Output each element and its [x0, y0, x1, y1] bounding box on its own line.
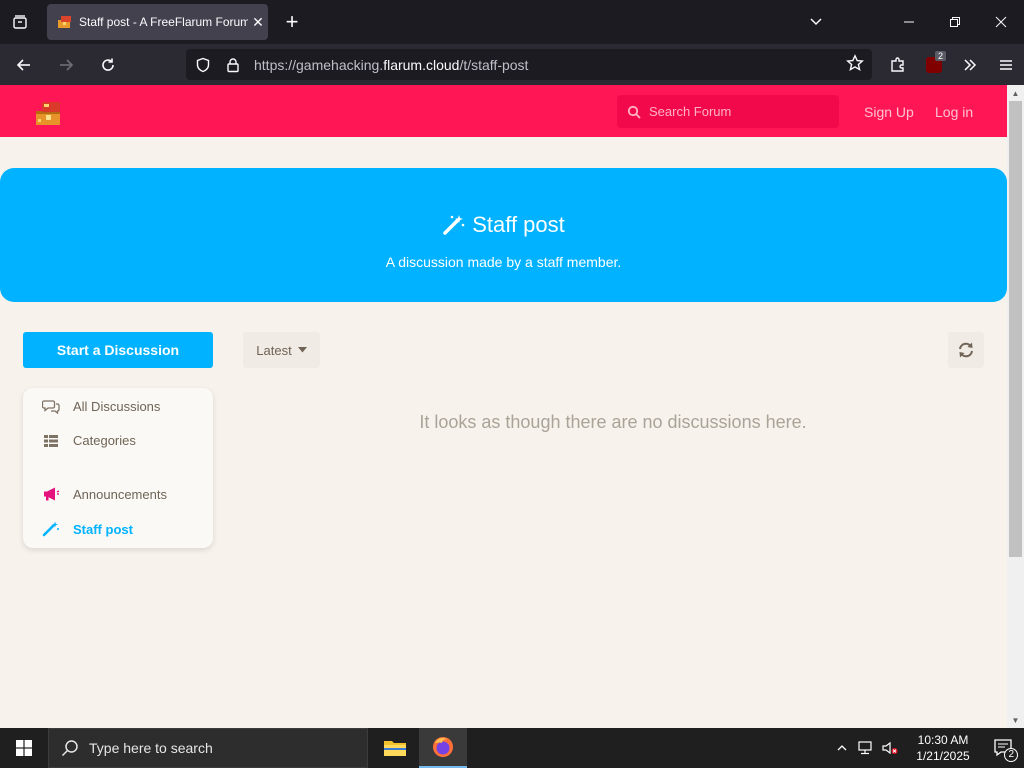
url-domain: flarum.cloud [383, 56, 460, 73]
tab-title: Staff post - A FreeFlarum Forum [79, 15, 248, 29]
extension-badge: 2 [934, 50, 946, 61]
taskbar: Type here to search 10:30 AM 1/21/2025 2 [0, 728, 1024, 768]
scrollbar-thumb[interactable] [1009, 101, 1022, 557]
minimize-icon [904, 21, 914, 23]
back-button[interactable] [6, 49, 42, 81]
taskbar-search[interactable]: Type here to search [48, 728, 368, 768]
refresh-button[interactable] [948, 332, 984, 368]
forum-header: Search Forum Sign Up Log in [0, 85, 1007, 137]
close-window-button[interactable] [978, 0, 1024, 44]
sidebar-item-label: All Discussions [73, 398, 161, 414]
scroll-up-icon[interactable]: ▲ [1007, 85, 1024, 101]
start-button[interactable] [0, 728, 48, 768]
forum-logo[interactable] [34, 99, 64, 127]
page-scrollbar[interactable]: ▲ ▼ [1007, 85, 1024, 728]
chevron-down-icon [810, 18, 822, 26]
ublock-extension-button[interactable]: 2 [916, 49, 952, 81]
url-prefix: https://gamehacking. [254, 56, 384, 73]
sidebar-item-staff-post[interactable]: Staff post [41, 521, 133, 537]
categories-icon [41, 434, 61, 448]
tab-close-icon[interactable]: ✕ [248, 14, 268, 31]
chevron-up-icon[interactable] [830, 742, 854, 754]
active-tab[interactable]: Staff post - A FreeFlarum Forum ✕ [47, 4, 268, 40]
sidebar-item-label: Staff post [73, 521, 133, 537]
refresh-icon [959, 342, 973, 358]
app-menu-button[interactable] [988, 49, 1024, 81]
sidebar-item-all-discussions[interactable]: All Discussions [41, 398, 160, 414]
volume-muted-icon[interactable] [878, 741, 902, 755]
forward-button[interactable] [48, 49, 84, 81]
sort-dropdown[interactable]: Latest [243, 332, 320, 368]
clock-date: 1/21/2025 [916, 749, 970, 763]
treasure-chest-logo-icon [36, 102, 60, 125]
caret-down-icon [297, 347, 307, 353]
taskbar-file-explorer[interactable] [371, 728, 419, 768]
tab-list-icon [13, 15, 27, 29]
hamburger-menu-icon [1000, 59, 1012, 70]
bookmark-star-icon[interactable] [846, 54, 864, 75]
tab-list-button[interactable] [0, 0, 40, 44]
clock[interactable]: 10:30 AM 1/21/2025 [908, 732, 978, 764]
empty-state-text: It looks as though there are no discussi… [419, 412, 807, 432]
arrow-left-icon [16, 58, 30, 71]
puzzle-icon [891, 56, 904, 72]
start-discussion-button[interactable]: Start a Discussion [23, 332, 213, 368]
taskbar-firefox[interactable] [419, 728, 467, 768]
address-bar[interactable]: https://gamehacking.flarum.cloud/t/staff… [186, 49, 872, 80]
hero-title: Staff post [0, 212, 1007, 238]
magic-wand-icon [443, 215, 465, 235]
list-all-tabs-button[interactable] [796, 0, 836, 44]
hero-description: A discussion made by a staff member. [385, 254, 622, 270]
browser-tab-bar: Staff post - A FreeFlarum Forum ✕ + [0, 0, 1024, 44]
action-center-button[interactable]: 2 [984, 728, 1024, 768]
windows-logo-icon [16, 740, 32, 756]
extensions-button[interactable] [880, 49, 916, 81]
double-chevron-right-icon [964, 58, 977, 71]
browser-nav-bar: https://gamehacking.flarum.cloud/t/staff… [0, 44, 1024, 85]
sidebar-nav: All Discussions Categories Announcements… [23, 388, 213, 548]
comments-icon [41, 398, 61, 414]
log-in-link[interactable]: Log in [935, 104, 973, 120]
restore-button[interactable] [932, 0, 978, 44]
sort-label: Latest [256, 342, 292, 358]
hero-title-text: Staff post [472, 212, 565, 237]
minimize-button[interactable] [886, 0, 932, 44]
url-text: https://gamehacking.flarum.cloud/t/staff… [254, 57, 528, 73]
url-path: /t/staff-post [459, 56, 529, 73]
arrow-right-icon [60, 58, 74, 71]
lock-icon[interactable] [220, 57, 246, 73]
tag-hero: Staff post A discussion made by a staff … [0, 168, 1007, 302]
notification-count-badge: 2 [1004, 748, 1018, 762]
search-icon [61, 739, 79, 757]
forum-search[interactable]: Search Forum [617, 95, 839, 128]
scroll-down-icon[interactable]: ▼ [1007, 712, 1024, 728]
reload-icon [102, 58, 114, 71]
new-tab-button[interactable]: + [278, 8, 306, 36]
magic-wand-icon [41, 521, 61, 537]
forum-favicon-icon [57, 14, 73, 30]
page-viewport: Search Forum Sign Up Log in Staff post A… [0, 85, 1007, 728]
system-tray: 10:30 AM 1/21/2025 2 [830, 728, 1024, 768]
overflow-menu-button[interactable] [952, 49, 988, 81]
folder-icon [384, 741, 406, 756]
sidebar-item-label: Categories [73, 433, 136, 448]
close-icon [995, 16, 1007, 28]
sidebar-item-label: Announcements [73, 486, 167, 502]
search-input[interactable]: Search Forum [649, 104, 731, 119]
firefox-icon [433, 737, 453, 757]
network-icon[interactable] [854, 741, 878, 755]
taskbar-search-input[interactable]: Type here to search [89, 740, 213, 756]
sign-up-link[interactable]: Sign Up [864, 104, 914, 120]
clock-time: 10:30 AM [917, 733, 969, 747]
reload-button[interactable] [90, 49, 126, 81]
megaphone-icon [41, 486, 61, 502]
sidebar-item-announcements[interactable]: Announcements [41, 486, 167, 502]
search-icon [627, 105, 641, 119]
restore-icon [950, 17, 960, 27]
tracking-protection-shield-icon[interactable] [190, 57, 216, 73]
sidebar-item-categories[interactable]: Categories [41, 433, 136, 448]
